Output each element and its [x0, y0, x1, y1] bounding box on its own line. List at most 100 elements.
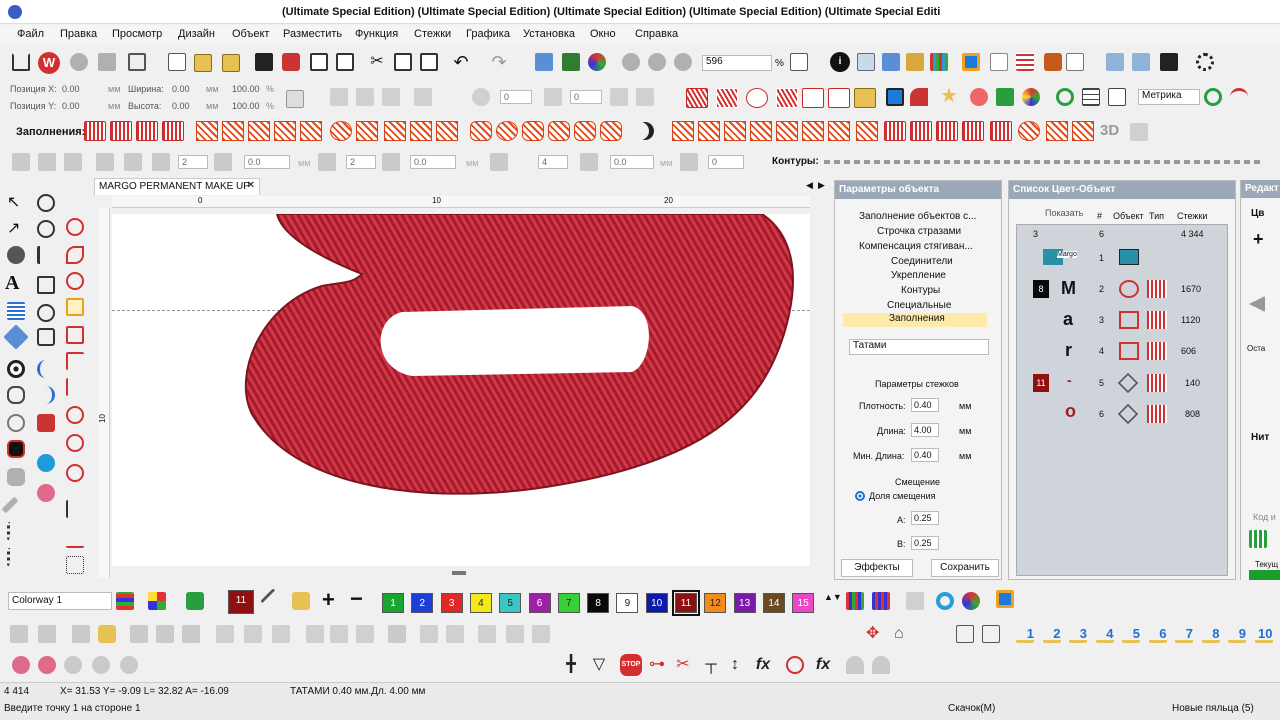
sequence-step-8[interactable]: 8	[1201, 625, 1220, 643]
scissors-icon[interactable]: ✂	[674, 656, 692, 674]
reshape2-icon[interactable]	[636, 88, 654, 106]
settings-gear-icon[interactable]	[1196, 53, 1214, 71]
color-swatch-9[interactable]: 9	[616, 593, 639, 613]
fill-peak-icon[interactable]	[776, 121, 798, 141]
rotate-field[interactable]: 0	[500, 90, 532, 104]
circle-spacing-icon[interactable]	[580, 153, 598, 171]
wave-tool-icon[interactable]	[776, 88, 798, 108]
print-preview-icon[interactable]	[336, 53, 354, 71]
offset-radio[interactable]	[855, 491, 865, 501]
fill-dots-icon[interactable]	[356, 121, 378, 141]
fill-shell-icon[interactable]	[1018, 121, 1040, 141]
fill-fan-icon[interactable]	[856, 121, 878, 141]
arrange-icon[interactable]	[535, 53, 553, 71]
color-list-body[interactable]: 3 6 4 344 Margo 1 8 M 2 1670 a 3 1120 r …	[1016, 224, 1228, 576]
fill-comb-icon[interactable]	[884, 121, 906, 141]
skew-icon[interactable]	[382, 88, 400, 106]
align-bottom-icon[interactable]	[356, 625, 374, 643]
color-swatch-2[interactable]: 2	[411, 593, 434, 613]
align-middle-icon[interactable]	[330, 625, 348, 643]
star-icon[interactable]: ★	[940, 86, 958, 106]
lock-proportion-icon[interactable]	[286, 90, 304, 108]
menu-window[interactable]: Окно	[590, 28, 616, 40]
minlen-field[interactable]: 0.40	[911, 448, 939, 462]
color-swatch-3[interactable]: 3	[440, 593, 463, 613]
fill-columns-icon[interactable]	[162, 121, 184, 141]
b-field[interactable]: 0.25	[911, 536, 939, 550]
color-swatch-4[interactable]: 4	[469, 593, 492, 613]
info-icon[interactable]: i	[830, 52, 850, 72]
wilcom-logo-icon[interactable]: W	[38, 52, 60, 74]
align-center-icon[interactable]	[244, 625, 262, 643]
function2-icon[interactable]: fx	[814, 656, 832, 674]
sequence-step-2[interactable]: 2	[1042, 625, 1061, 643]
design-info-icon[interactable]	[906, 53, 924, 71]
palette-icon[interactable]	[116, 592, 134, 610]
slash-icon[interactable]	[906, 592, 924, 610]
fill-arrows-icon[interactable]	[410, 121, 432, 141]
pos-y-value[interactable]: 0.00	[62, 101, 80, 111]
zoom-field[interactable]: 596	[702, 55, 772, 71]
add-color-icon[interactable]: +	[322, 589, 340, 611]
canvas-scroll-handle[interactable]	[452, 571, 466, 575]
row-spacing-field[interactable]: 0.0	[410, 155, 456, 169]
width-pct[interactable]: 100.00	[232, 84, 260, 94]
rect-tool-icon[interactable]	[37, 276, 55, 294]
tool-l-icon[interactable]	[66, 556, 84, 574]
appliqué-icon[interactable]	[1022, 88, 1040, 106]
array3-icon[interactable]	[152, 153, 170, 171]
layers-icon[interactable]	[1106, 53, 1124, 71]
tshirt-icon[interactable]	[186, 592, 204, 610]
tool-i-icon[interactable]	[66, 464, 84, 482]
fill-moon-icon[interactable]	[636, 122, 654, 140]
align-right-icon[interactable]	[272, 625, 290, 643]
color-chip-11[interactable]: 11	[1033, 374, 1049, 392]
tab-scroll-left-icon[interactable]: ◀	[806, 180, 813, 191]
space3-icon[interactable]	[532, 625, 550, 643]
fill-spiral-icon[interactable]	[496, 121, 518, 141]
flower2-icon[interactable]	[64, 656, 82, 674]
height-adjust-icon[interactable]: ↕	[726, 656, 744, 674]
slant-icon[interactable]	[544, 88, 562, 106]
metric-icon[interactable]	[1204, 88, 1222, 106]
density-field[interactable]: 0.40	[911, 398, 939, 412]
shapes-icon[interactable]	[910, 88, 928, 106]
sequence-step-9[interactable]: 9	[1228, 625, 1246, 643]
fill-zigzag-icon[interactable]	[84, 121, 106, 141]
print-icon[interactable]	[310, 53, 328, 71]
fill-lace-icon[interactable]	[574, 121, 596, 141]
fill-knot-icon[interactable]	[548, 121, 570, 141]
distribute-icon[interactable]	[388, 625, 406, 643]
fill-squares-icon[interactable]	[274, 121, 296, 141]
needle-icon[interactable]: ╋	[562, 656, 580, 674]
contours-strip[interactable]	[824, 160, 1260, 164]
thread-chart-icon[interactable]	[846, 592, 864, 610]
color-swatch-1[interactable]: 1	[382, 593, 404, 613]
fill-meander-icon[interactable]	[248, 121, 270, 141]
tree-pull-comp[interactable]: Компенсация стягиван...	[859, 241, 973, 252]
tab-scroll-right-icon[interactable]: ▶	[818, 180, 825, 191]
align-left-icon[interactable]	[216, 625, 234, 643]
sequence2-icon[interactable]	[982, 625, 1000, 643]
sequence-step-7[interactable]: 7	[1175, 625, 1193, 643]
ungroup-icon[interactable]	[38, 625, 56, 643]
rows-icon[interactable]	[318, 153, 336, 171]
flower3-icon[interactable]	[92, 656, 110, 674]
tool-h-icon[interactable]	[66, 434, 84, 452]
view-icon[interactable]	[37, 454, 55, 472]
menu-design[interactable]: Дизайн	[178, 28, 215, 40]
tree-contours[interactable]: Контуры	[901, 285, 940, 296]
flip-h-icon[interactable]	[12, 153, 30, 171]
tool-c-icon[interactable]	[66, 298, 84, 316]
run-tool-icon[interactable]	[802, 88, 824, 108]
tie-icon[interactable]: ┬	[702, 656, 720, 674]
travel-back-icon[interactable]	[648, 53, 666, 71]
show-button[interactable]: Показать	[1045, 208, 1087, 218]
sequence-icon[interactable]	[956, 625, 974, 643]
text-tool-icon[interactable]: A	[5, 273, 23, 293]
units-select[interactable]: Метрика	[1138, 89, 1200, 105]
document-tab[interactable]: MARGO PERMANENT MAKE UP ✕	[94, 178, 260, 195]
tree-underlay[interactable]: Укрепление	[891, 270, 946, 281]
frame-icon[interactable]	[962, 53, 980, 71]
arrow-left-icon[interactable]	[1249, 296, 1265, 312]
